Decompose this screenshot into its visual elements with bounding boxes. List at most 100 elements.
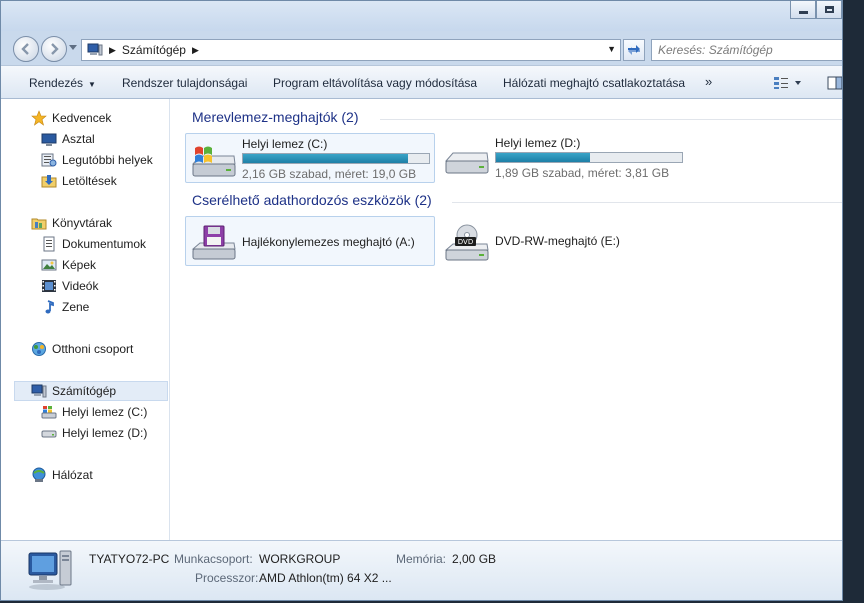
group-heading-hard-drives[interactable]: Merevlemez-meghajtók (2) [192,109,359,125]
history-dropdown-icon[interactable] [69,45,77,51]
preview-pane-icon [827,76,842,90]
uninstall-program-button[interactable]: Program eltávolítása vagy módosítása [273,76,477,90]
memory-label: Memória: [396,552,447,566]
drive-usage-bar [495,152,683,163]
computer-name: TYATYO72-PC [89,552,170,566]
system-drive-icon [191,146,236,177]
breadcrumb-arrow-icon[interactable]: ▶ [192,45,199,56]
address-dropdown-icon[interactable]: ▼ [607,44,616,54]
computer-large-icon [28,550,72,590]
star-icon [31,110,47,126]
sidebar-label: Dokumentumok [62,237,147,251]
music-note-icon [45,300,54,314]
drive-name: Helyi lemez (C:) [242,137,328,151]
floppy-drive-icon [191,225,236,260]
drive-tile-d[interactable]: Helyi lemez (D:) 1,89 GB szabad, méret: … [439,133,689,183]
desktop-icon [41,133,57,146]
sidebar-item-computer[interactable]: Számítógép [14,381,168,401]
recent-places-icon [41,153,57,167]
sidebar-item-libraries[interactable]: Könyvtárak [31,213,112,233]
computer-icon [31,384,47,398]
system-drive-icon [41,406,57,419]
group-heading-removable[interactable]: Cserélhető adathordozós eszközök (2) [192,192,432,208]
view-options-icon [774,77,801,89]
sidebar-label: Képek [62,258,97,272]
refresh-button[interactable] [623,39,645,61]
drive-tile-c[interactable]: Helyi lemez (C:) 2,16 GB szabad, méret: … [185,133,435,183]
libraries-icon [31,218,47,230]
sidebar-label: Legutóbbi helyek [62,153,153,167]
pictures-icon [41,259,57,271]
breadcrumb-arrow-icon[interactable]: ▶ [109,45,116,56]
processor-value: AMD Athlon(tm) 64 X2 ... [259,571,392,585]
minimize-button[interactable] [790,1,816,19]
drive-usage-fill [496,153,590,162]
sidebar-item-network[interactable]: Hálózat [31,465,93,485]
sidebar-label: Otthoni csoport [52,342,134,356]
sidebar-item-drive-c[interactable]: Helyi lemez (C:) [41,402,147,422]
search-input[interactable]: Keresés: Számítógép [651,39,842,61]
sidebar-item-videos[interactable]: Videók [41,276,98,296]
chevron-down-icon: ▼ [88,80,96,89]
forward-button[interactable] [41,36,67,62]
title-bar [1,1,842,31]
network-icon [32,467,46,482]
system-properties-button[interactable]: Rendszer tulajdonságai [122,76,247,90]
drive-name: Hajlékonylemezes meghajtó (A:) [242,235,415,249]
memory-value: 2,00 GB [452,552,497,566]
explorer-window: ▶ Számítógép ▶ ▼ Keresés: Számítógép Ren… [0,0,843,601]
sidebar-item-pictures[interactable]: Képek [41,255,96,275]
sidebar-label: Számítógép [52,384,117,398]
more-commands-button[interactable]: » [705,74,712,89]
sidebar-label: Videók [62,279,99,293]
sidebar-label: Hálózat [52,468,93,482]
breadcrumb-computer[interactable]: Számítógép [122,43,186,57]
drive-space-info: 2,16 GB szabad, méret: 19,0 GB [242,167,417,181]
homegroup-icon [32,342,46,356]
sidebar-item-homegroup[interactable]: Otthoni csoport [31,339,133,359]
sidebar-label: Helyi lemez (D:) [62,426,148,440]
sidebar-label: Kedvencek [52,111,112,125]
command-bar: Rendezés ▼ Rendszer tulajdonságai Program… [1,65,842,99]
drive-usage-fill [243,154,408,163]
sidebar-item-downloads[interactable]: Letöltések [41,171,117,191]
address-bar[interactable]: ▶ Számítógép ▶ ▼ [81,39,621,61]
drive-tile-dvd[interactable]: DVD DVD-RW-meghajtó (E:) [439,216,689,266]
sidebar-label: Könyvtárak [52,216,113,230]
maximize-button[interactable] [816,1,842,19]
dvd-drive-icon: DVD [444,224,489,261]
preview-pane-button[interactable] [827,76,842,93]
minimize-icon [798,11,808,14]
computer-small-icon [87,43,103,56]
forward-arrow-icon [51,43,59,55]
downloads-folder-icon [41,175,57,188]
file-list: Merevlemez-meghajtók (2) Helyi lemez (C:… [170,99,842,540]
videos-icon [42,280,56,292]
map-network-drive-button[interactable]: Hálózati meghajtó csatlakoztatása [503,76,685,90]
group-divider [380,119,842,120]
sidebar-label: Letöltések [62,174,117,188]
back-arrow-icon [21,43,29,55]
organize-label: Rendezés [29,76,84,90]
content-area: Kedvencek Asztal Legutóbbi helyek Letölt… [1,99,842,540]
sidebar-item-favorites[interactable]: Kedvencek [31,108,111,128]
workgroup-label: Munkacsoport: [174,552,253,566]
dvd-badge: DVD [458,238,473,246]
back-button[interactable] [13,36,39,62]
drive-name: DVD-RW-meghajtó (E:) [495,234,620,248]
processor-label: Processzor: [195,571,259,585]
organize-button[interactable]: Rendezés ▼ [29,76,96,90]
sidebar-item-desktop[interactable]: Asztal [41,129,95,149]
drive-tile-floppy[interactable]: Hajlékonylemezes meghajtó (A:) [185,216,435,266]
sidebar-label: Asztal [62,132,95,146]
details-pane: TYATYO72-PC Munkacsoport: WORKGROUP Memó… [1,540,842,600]
workgroup-value: WORKGROUP [259,552,341,566]
change-view-button[interactable] [773,76,803,93]
sidebar-item-documents[interactable]: Dokumentumok [41,234,146,254]
drive-space-info: 1,89 GB szabad, méret: 3,81 GB [495,166,670,180]
sidebar-label: Helyi lemez (C:) [62,405,148,419]
navigation-pane: Kedvencek Asztal Legutóbbi helyek Letölt… [1,99,170,540]
sidebar-item-recent-places[interactable]: Legutóbbi helyek [41,150,153,170]
sidebar-item-drive-d[interactable]: Helyi lemez (D:) [41,423,147,443]
sidebar-item-music[interactable]: Zene [41,297,89,317]
